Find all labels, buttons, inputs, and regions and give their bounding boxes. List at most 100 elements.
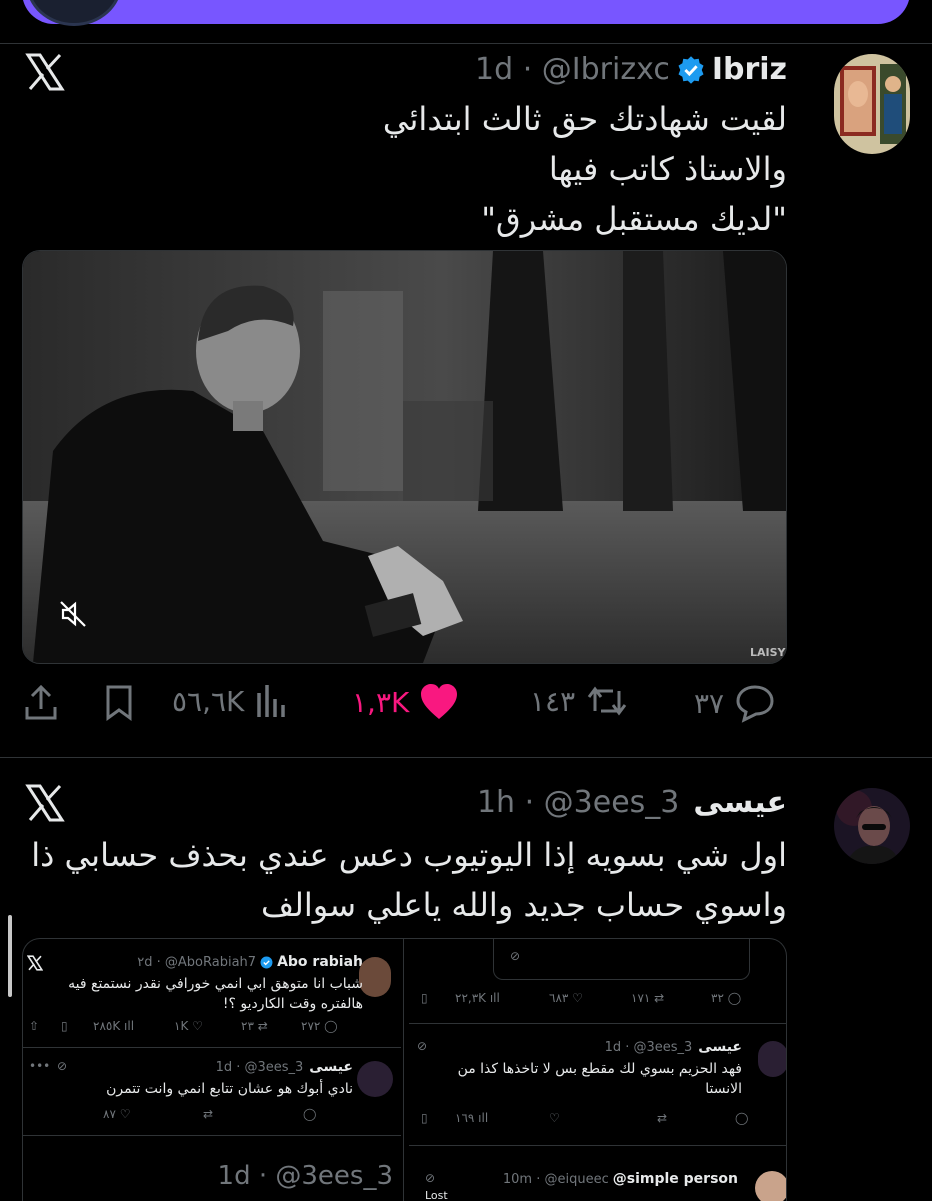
top-banner-bar[interactable]: [22, 0, 910, 24]
mini-avatar: [357, 1061, 393, 1097]
author-name[interactable]: عيسى: [693, 785, 787, 820]
mini-reposts: ٢٣ ⇄: [241, 1019, 268, 1033]
tweet-image[interactable]: ٢d · @AboRabiah7 Abo rabiah شباب انا متو…: [22, 938, 787, 1201]
mini-author: @simple person: [612, 1171, 738, 1187]
verified-badge-icon: [260, 956, 273, 968]
no-symbol-icon: ⊘: [425, 1171, 436, 1185]
mini-meta-large: 1d · @3ees_3: [217, 1161, 393, 1191]
tweet-line: "لديك مستقبل مشرق": [481, 200, 787, 238]
mini-actions: ▯ ٢٢,٣K ıll ٦٨٣ ♡ ١٧١ ⇄ ٣٢ ◯: [421, 991, 771, 1009]
reply-icon: [736, 685, 774, 723]
mini-meta: 1d · @3ees_3: [215, 1059, 304, 1075]
like-icon: ♡: [549, 1111, 560, 1125]
mini-author: Abo rabiah: [277, 954, 363, 970]
x-logo-icon: [25, 784, 65, 822]
replies-value: ٣٧: [694, 686, 725, 720]
mini-tweet-text: شباب انا متوهق ابي انمي خورافي نقدر نستم…: [68, 974, 363, 1014]
mini-actions: ▯ ١٦٩ ıll ♡ ⇄ ◯: [421, 1111, 771, 1129]
x-logo-icon: [25, 53, 65, 91]
watermark-text: LAISY: [750, 646, 786, 659]
divider: [23, 1047, 401, 1048]
screenshot-right-panel: ⊘ ▯ ٢٢,٣K ıll ٦٨٣ ♡ ١٧١ ⇄ ٣٢ ◯ ⊘ 1d · @3…: [409, 939, 786, 1201]
mini-tweet-text: فهد الحزيم بسوي لك مقطع بس لا تاخذها كذا…: [458, 1059, 742, 1099]
reply-button[interactable]: ٣٧: [694, 683, 776, 723]
mini-text: Lost: [425, 1189, 448, 1201]
author-avatar[interactable]: [834, 788, 910, 864]
tweet-header: 1h · @3ees_3 عيسى: [477, 785, 787, 820]
tweet-header: 1d · @Ibrizxc Ibriz: [475, 52, 787, 87]
screenshot-left-panel: ٢d · @AboRabiah7 Abo rabiah شباب انا متو…: [23, 939, 401, 1201]
mini-line: شباب انا متوهق ابي انمي خورافي نقدر نستم…: [68, 976, 363, 992]
reply-icon: ◯: [735, 1111, 749, 1125]
reposts-value: ١٤٣: [530, 684, 576, 718]
share-icon: ⇧: [29, 1019, 40, 1033]
video-frame: LAISY: [23, 251, 786, 663]
author-name[interactable]: Ibriz: [712, 52, 787, 87]
divider: [0, 43, 932, 44]
bookmark-button[interactable]: [100, 683, 138, 723]
mini-avatar: [755, 1171, 786, 1201]
no-symbol-icon: ⊘: [57, 1059, 68, 1073]
bookmark-icon: ▯: [421, 991, 428, 1005]
mini-views: ٢٢,٣K ıll: [455, 991, 500, 1005]
mini-line: هالفتره وقت الكارديو ؟!: [222, 996, 363, 1012]
views-count[interactable]: ٥٦,٦K: [172, 683, 288, 719]
mini-author: عيسى: [309, 1059, 353, 1075]
mini-media: ⊘: [493, 939, 750, 980]
heart-filled-icon: [421, 684, 458, 719]
mini-tweet-header: ٢d · @AboRabiah7 Abo rabiah: [137, 954, 363, 970]
divider: [403, 939, 404, 1201]
scrollbar-thumb[interactable]: [8, 915, 12, 997]
mute-icon[interactable]: [58, 599, 88, 629]
tweet-line: لقيت شهادتك حق ثالث ابتدائي: [382, 100, 787, 138]
divider: [409, 1145, 786, 1146]
repost-button[interactable]: ١٤٣: [530, 683, 629, 719]
views-value: ٥٦,٦K: [172, 684, 245, 718]
mini-replies: ٣٢ ◯: [711, 991, 742, 1005]
mini-tweet-header: 10m · @eiqueec @simple person: [503, 1171, 738, 1187]
x-logo-icon: [27, 955, 43, 971]
tweet-video[interactable]: LAISY: [22, 250, 787, 664]
mini-meta: ٢d · @AboRabiah7: [137, 954, 257, 970]
mini-replies: ٢٧٢ ◯: [301, 1019, 338, 1033]
reply-icon: ◯: [303, 1107, 317, 1121]
tweet-meta[interactable]: 1d · @Ibrizxc: [475, 52, 670, 87]
tweet-line: والاستاذ كاتب فيها: [548, 150, 787, 188]
mini-actions: ⇧ ▯ ٢٨٥K ıll ١K ♡ ٢٣ ⇄ ٢٧٢ ◯: [29, 1019, 349, 1039]
tweet-text: اول شي بسويه إذا اليوتيوب دعس عندي بحذف …: [31, 830, 787, 930]
mini-meta: 1d · @3ees_3: [604, 1039, 693, 1055]
author-avatar[interactable]: [834, 54, 910, 154]
mini-meta: 10m · @eiqueec: [502, 1171, 609, 1187]
tweet-line: اول شي بسويه إذا اليوتيوب دعس عندي بحذف …: [31, 836, 787, 874]
tweet-line: واسوي حساب جديد والله ياعلي سوالف: [260, 886, 787, 924]
mini-reposts: ١٧١ ⇄: [631, 991, 665, 1005]
share-button[interactable]: [22, 683, 60, 723]
mini-tweet-text: نادي أبوك هو عشان تتابع انمي وانت تتمرن: [106, 1081, 353, 1097]
mini-views: ١٦٩ ıll: [455, 1111, 489, 1125]
divider: [0, 757, 932, 758]
tweet-meta[interactable]: 1h · @3ees_3: [477, 785, 679, 820]
tweet-text: لقيت شهادتك حق ثالث ابتدائي والاستاذ كات…: [383, 94, 787, 244]
bookmark-icon: ▯: [421, 1111, 428, 1125]
mini-line: فهد الحزيم بسوي لك مقطع بس لا تاخذها كذا…: [457, 1061, 742, 1077]
mute-icon: ⊘: [510, 949, 521, 963]
likes-value: ١,٣K: [352, 685, 410, 719]
mini-likes: ٦٨٣ ♡: [549, 991, 583, 1005]
mini-actions: ٨٧ ♡ ⇄ ◯: [103, 1107, 343, 1125]
mini-likes: ١K ♡: [174, 1019, 203, 1033]
divider: [23, 1135, 401, 1136]
like-button[interactable]: ١,٣K: [352, 683, 459, 721]
mini-tweet-header: 1d · @3ees_3 عيسى: [605, 1039, 742, 1055]
tweet-actions: ٥٦,٦K ١,٣K ١٤٣ ٣٧: [0, 683, 932, 731]
repost-icon: ⇄: [657, 1111, 668, 1125]
mini-author: عيسى: [698, 1039, 742, 1055]
no-symbol-icon: ⊘: [417, 1039, 428, 1053]
verified-badge-icon: [678, 55, 704, 84]
bookmark-icon: [106, 685, 132, 721]
mini-avatar: [359, 957, 391, 997]
repost-icon: ⇄: [203, 1107, 214, 1121]
mini-views: ٢٨٥K ıll: [93, 1019, 135, 1033]
divider: [409, 1023, 786, 1024]
mini-likes: ٨٧ ♡: [103, 1107, 131, 1121]
share-icon: [25, 684, 57, 720]
